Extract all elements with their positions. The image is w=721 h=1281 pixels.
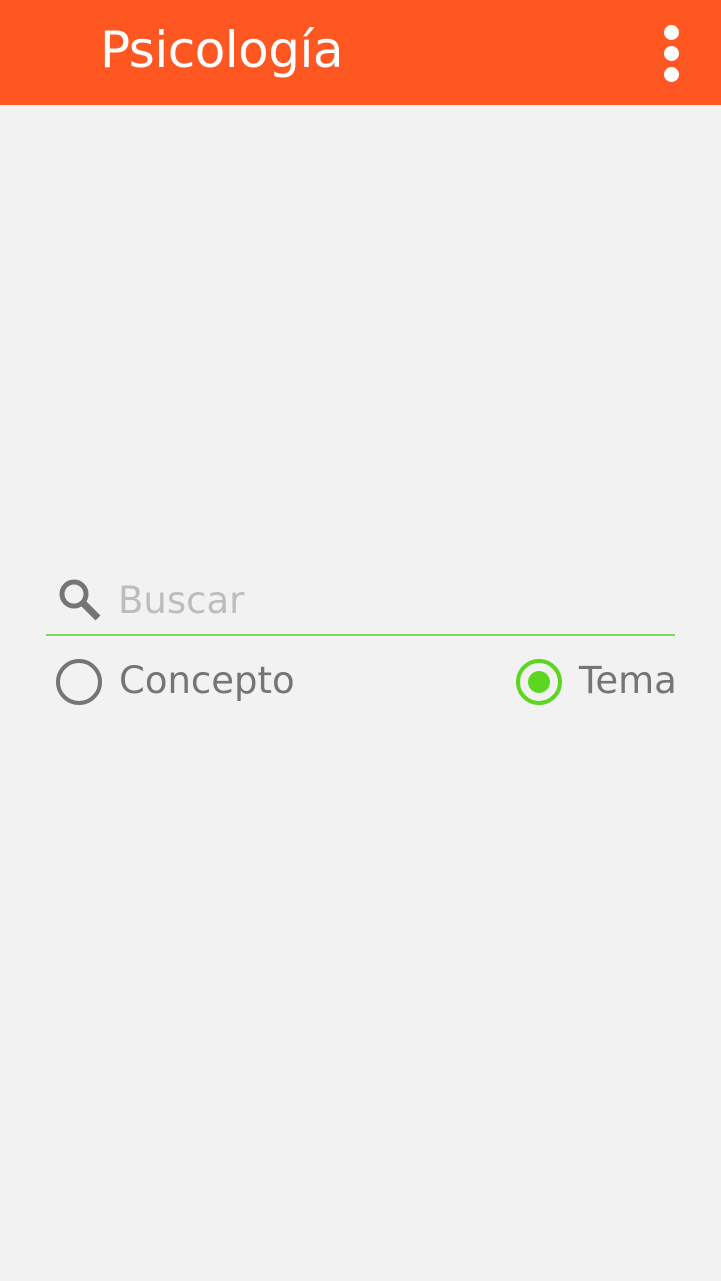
menu-dot xyxy=(664,67,679,82)
search-icon xyxy=(59,579,101,621)
radio-label-concepto: Concepto xyxy=(119,659,295,702)
radio-button-tema[interactable] xyxy=(516,659,562,705)
menu-dot xyxy=(664,46,679,61)
radio-option-tema[interactable]: Tema xyxy=(516,652,686,712)
menu-dot xyxy=(664,25,679,40)
app-bar: Psicología xyxy=(0,0,721,105)
radio-option-concepto[interactable]: Concepto xyxy=(56,652,316,712)
search-bar xyxy=(46,568,675,636)
search-input[interactable] xyxy=(118,574,658,626)
radio-label-tema: Tema xyxy=(579,659,677,702)
radio-button-concepto[interactable] xyxy=(56,659,102,705)
radio-selected-dot xyxy=(528,671,550,693)
more-vertical-icon[interactable] xyxy=(652,22,692,86)
app-title: Psicología xyxy=(100,21,344,79)
